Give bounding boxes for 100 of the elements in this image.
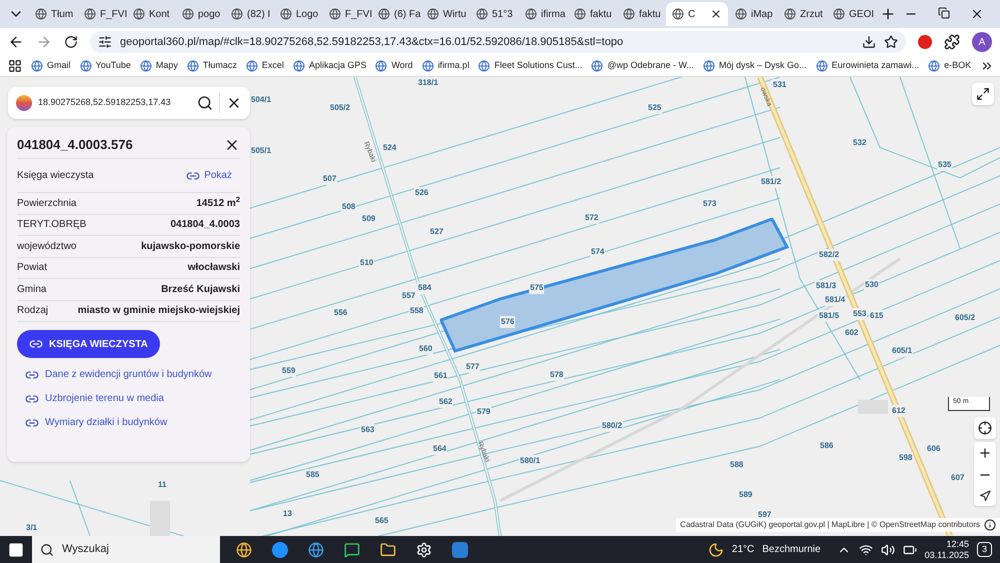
bookmark-link[interactable]: Eurowinieta zamawi... [816, 59, 920, 73]
bookmark-link[interactable]: e-BOK [928, 59, 972, 73]
browser-tab[interactable]: Logo [274, 2, 322, 26]
zoom-in-icon[interactable] [978, 446, 992, 460]
start-icon[interactable] [8, 542, 24, 558]
browser-tab[interactable]: GEOI [827, 2, 875, 26]
forward-icon[interactable] [36, 34, 52, 50]
globe-icon [231, 8, 243, 20]
bookmark-link[interactable]: Word [375, 59, 413, 73]
bookmark-link[interactable]: ifirma.pl [422, 59, 470, 73]
browser-tab[interactable]: Tłum [29, 2, 77, 26]
browser-tab[interactable]: F_FVI [323, 2, 371, 26]
globe-icon [476, 8, 488, 20]
parcel-number: 508 [341, 201, 356, 213]
volume-icon[interactable] [880, 542, 895, 556]
bookmark-star-icon[interactable] [884, 35, 898, 49]
bookmark-link[interactable]: Mój dysk – Dysk Go... [703, 59, 807, 73]
globe-icon [329, 8, 341, 20]
field-value: kujawsko-pomorskie [141, 240, 240, 254]
locate-button[interactable] [974, 417, 996, 439]
browser-tab[interactable]: iMap [729, 2, 777, 26]
notification-count[interactable]: 3 [976, 542, 992, 558]
field-value: miasto w gminie miejsko-wiejskiej [78, 304, 240, 318]
restore-icon[interactable] [938, 7, 950, 19]
close-icon[interactable] [970, 7, 984, 21]
browser-tab[interactable]: (82) I [225, 2, 273, 26]
extension-icon[interactable] [918, 35, 932, 49]
tab-title: pogo [198, 8, 220, 22]
parcel-number: 578 [549, 369, 564, 381]
show-link[interactable]: Pokaż [186, 168, 240, 183]
new-tab-icon[interactable] [880, 6, 896, 22]
browser-tab[interactable]: (6) Fa [372, 2, 420, 26]
field-label: Rodzaj [17, 304, 48, 318]
reload-icon[interactable] [64, 35, 78, 49]
extensions-icon[interactable] [944, 34, 960, 50]
bookmark-link[interactable]: Aplikacja GPS [292, 59, 366, 73]
attribution-text: Cadastral Data (GUGiK) geoportal.gov.pl | MapLibre | © OpenStreetMap contributors [680, 519, 980, 531]
globe-icon [672, 8, 684, 20]
globe-icon [833, 8, 845, 20]
globe-icon [80, 60, 92, 72]
parcel-number: 581/5 [818, 310, 840, 322]
globe-icon [140, 60, 152, 72]
parcel-number: 612 [891, 405, 906, 417]
globe-icon [375, 60, 388, 72]
app-icon[interactable] [272, 542, 288, 558]
browser-tab[interactable]: 51°3 [470, 2, 518, 26]
browser-icon[interactable] [236, 542, 252, 558]
clock-time: 12:45 [946, 538, 969, 550]
parcel-number: 561 [433, 370, 448, 382]
back-icon[interactable] [8, 34, 24, 50]
browser-tab[interactable]: ifirma [519, 2, 567, 26]
site-settings-icon[interactable] [98, 35, 112, 49]
app-icon[interactable] [452, 542, 468, 558]
browser-icon[interactable] [308, 542, 324, 558]
wifi-icon[interactable] [858, 542, 873, 556]
bookmark-link[interactable]: YouTube [80, 59, 131, 73]
parcel-number: 562 [438, 396, 454, 408]
compass-icon[interactable] [979, 490, 991, 502]
browser-tab[interactable]: Kont [127, 2, 175, 26]
parcel-number: 564 [432, 443, 448, 455]
browser-tab[interactable]: pogo [176, 2, 224, 26]
apps-icon[interactable] [8, 59, 22, 73]
info-link[interactable]: Uzbrojenie terenu w media [25, 391, 240, 406]
search-input[interactable]: 18.90275268,52.59182253,17.43 [38, 96, 191, 110]
info-icon[interactable] [984, 519, 996, 531]
bookmark-link[interactable]: Gmail [31, 59, 71, 73]
info-link[interactable]: Wymiary działki i budynków [25, 415, 240, 430]
bookmark-link[interactable]: Excel [246, 59, 284, 73]
search-box[interactable]: 18.90275268,52.59182253,17.43 [8, 87, 250, 119]
globe-icon [784, 8, 796, 20]
land-register-button[interactable]: KSIĘGA WIECZYSTA [17, 330, 160, 358]
parcel-number: 605/1 [891, 345, 914, 357]
browser-tab[interactable]: F_FVI [78, 2, 126, 26]
tab-title: faktu [639, 8, 661, 22]
browser-tab[interactable]: faktu [568, 2, 616, 26]
profile-avatar[interactable]: A [972, 32, 992, 52]
taskbar-search[interactable]: Wyszukaj [32, 536, 220, 563]
install-icon[interactable] [862, 35, 876, 49]
browser-tab[interactable]: Zrzut [778, 2, 826, 26]
browser-tab[interactable]: Wirtu [421, 2, 469, 26]
bookmark-link[interactable]: Mapy [140, 59, 178, 73]
browser-tab[interactable]: C [666, 2, 728, 26]
close-icon[interactable] [710, 8, 722, 20]
tab-title: Logo [296, 8, 318, 22]
globe-icon [292, 60, 305, 72]
address-bar[interactable]: geoportal360.pl/map/#clk=18.90275268,52.59182253,17.43&ctx=16.01/52.592086/18.905185&stl=topo [90, 31, 906, 53]
chat-icon[interactable] [344, 542, 360, 558]
search-icon[interactable] [197, 95, 213, 111]
clock-date: 03.11.2025 [924, 550, 969, 560]
bookmark-link[interactable]: Fleet Solutions Cust... [478, 59, 582, 73]
fullscreen-button[interactable] [972, 83, 994, 105]
browser-tab[interactable]: faktu [617, 2, 665, 26]
settings-icon[interactable] [416, 542, 432, 558]
bookmark-link[interactable]: @wp Odebrane - W... [591, 59, 694, 73]
parcel-number: 530 [864, 279, 880, 291]
parcel-number: 553 [852, 308, 868, 320]
info-link[interactable]: Dane z ewidencji gruntów i budynków [25, 367, 240, 382]
field-label: Gmina [17, 282, 46, 297]
bookmark-link[interactable]: Tłumacz [186, 59, 237, 73]
folder-icon[interactable] [380, 542, 396, 558]
